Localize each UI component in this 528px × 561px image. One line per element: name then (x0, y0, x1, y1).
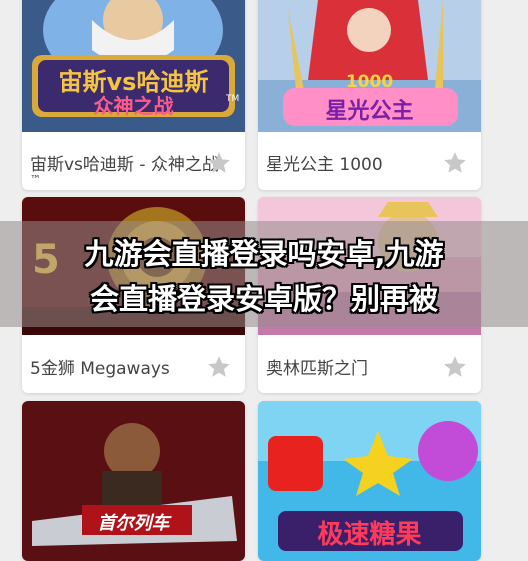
star-icon[interactable] (206, 150, 232, 176)
thumbnail-number: 1000 (345, 72, 394, 92)
game-card[interactable]: 宙斯vs哈迪斯 众神之战 TM 宙斯vs哈迪斯 - 众神之战 ™ (22, 0, 245, 190)
game-title: 5金狮 Megaways (30, 359, 170, 379)
thumbnail-subtitle: 众神之战 (93, 94, 174, 118)
game-thumbnail[interactable]: 1000 星光公主 (258, 0, 481, 132)
overlay-headline-line2: 会直播登录安卓版？别再被 (89, 282, 438, 316)
game-title: 宙斯vs哈迪斯 - 众神之战 (30, 155, 219, 175)
star-icon[interactable] (442, 354, 468, 380)
game-title: 星光公主 1000 (266, 155, 383, 175)
star-icon[interactable] (206, 354, 232, 380)
game-title: 奥林匹斯之门 (266, 359, 368, 379)
overlay-headline-line1: 九游会直播登录吗安卓,九游 (84, 237, 444, 271)
star-icon[interactable] (442, 150, 468, 176)
thumbnail-title: 首尔列车 (97, 513, 170, 534)
thumbnail-title: 星光公主 (325, 99, 414, 124)
game-thumbnail[interactable]: 首尔列车 (22, 401, 245, 561)
game-thumbnail[interactable]: 极速糖果 (258, 401, 481, 561)
thumbnail-trademark: TM (226, 94, 240, 104)
thumbnail-title: 极速糖果 (317, 520, 422, 550)
game-card[interactable]: 极速糖果 (258, 401, 481, 561)
game-thumbnail[interactable]: 宙斯vs哈迪斯 众神之战 TM (22, 0, 245, 132)
game-title-trademark: ™ (30, 173, 41, 186)
game-card[interactable]: 首尔列车 (22, 401, 245, 561)
game-card[interactable]: 1000 星光公主 星光公主 1000 (258, 0, 481, 190)
